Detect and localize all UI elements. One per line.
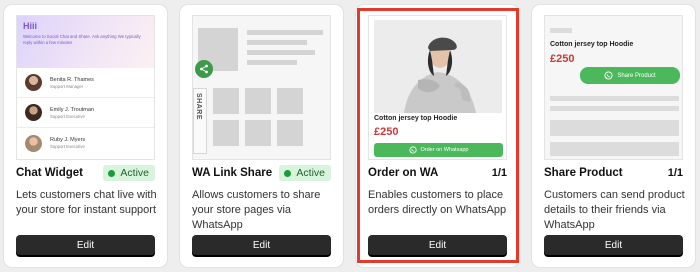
placeholder-line: [247, 50, 315, 55]
chat-widget-preview: Hiii Welcome to Social Chat and Share. A…: [16, 15, 155, 160]
share-side-tab: SHARE: [193, 88, 207, 154]
status-badge-label: Active: [120, 167, 149, 179]
share-icon: [195, 60, 213, 78]
chat-widget-card[interactable]: Hiii Welcome to Social Chat and Share. A…: [4, 5, 167, 267]
status-dot-icon: [108, 169, 116, 177]
placeholder-block: [245, 120, 271, 146]
card-title: Order on WA: [368, 167, 439, 179]
status-badge: Active: [279, 165, 331, 181]
wa-link-share-preview: SHARE: [192, 15, 331, 160]
card-description: Customers can send product details to th…: [544, 189, 685, 231]
agent-name: Emily J. Troutman: [50, 106, 95, 113]
page-indicator: 1/1: [491, 167, 507, 179]
wa-link-share-card[interactable]: SHARE WA Link Share Active Allows custom…: [180, 5, 343, 267]
agent-row: Emily J. Troutman Support Executive: [17, 98, 154, 128]
share-product-card[interactable]: Cotton jersey top Hoodie £250 Share Prod…: [532, 5, 695, 267]
placeholder-block: [213, 88, 239, 114]
agent-row: Benita R. Thames Support Manager: [17, 68, 154, 98]
status-badge: Active: [103, 165, 155, 181]
placeholder-block: [550, 142, 679, 156]
agent-name: Ruby J. Myers: [50, 137, 86, 143]
agent-role: Support Manager: [50, 83, 84, 89]
page-indicator: 1/1: [667, 167, 683, 179]
agent-role: Support Executive: [50, 113, 85, 119]
placeholder-line: [550, 106, 679, 111]
avatar: [25, 134, 42, 152]
edit-button[interactable]: Edit: [16, 235, 155, 255]
chat-greeting: Hiii: [23, 21, 38, 31]
placeholder-block: [277, 120, 303, 146]
order-on-whatsapp-button: Order on Whatsapp: [374, 143, 503, 157]
agent-row: Ruby J. Myers Support Executive: [17, 128, 154, 158]
order-button-label: Order on Whatsapp: [420, 147, 469, 153]
card-description: Enables customers to place orders direct…: [368, 189, 507, 216]
agent-name: Benita R. Thames: [50, 76, 94, 83]
card-title: Chat Widget: [16, 167, 83, 179]
order-on-wa-preview: Cotton jersey top Hoodie £250 Order on W…: [368, 15, 507, 160]
whatsapp-icon: [604, 71, 613, 80]
avatar: [25, 74, 42, 91]
whatsapp-icon: [408, 146, 417, 154]
placeholder-line: [247, 60, 297, 65]
card-description: Lets customers chat live with your store…: [16, 189, 157, 216]
order-on-wa-card[interactable]: Cotton jersey top Hoodie £250 Order on W…: [356, 5, 519, 267]
share-tab-label: SHARE: [195, 93, 202, 121]
status-badge-label: Active: [296, 167, 325, 179]
agent-role: Support Executive: [50, 144, 85, 149]
placeholder-line: [247, 40, 307, 45]
status-dot-icon: [284, 169, 292, 177]
product-price: £250: [550, 53, 575, 65]
share-product-preview: Cotton jersey top Hoodie £250 Share Prod…: [544, 15, 683, 160]
avatar: [25, 104, 42, 121]
product-image: [374, 20, 502, 113]
placeholder-line: [550, 96, 679, 101]
card-title: Share Product: [544, 167, 623, 179]
card-header: Chat Widget Active: [16, 165, 155, 181]
share-button-label: Share Product: [617, 72, 656, 79]
edit-button[interactable]: Edit: [192, 235, 331, 255]
edit-button[interactable]: Edit: [368, 235, 507, 255]
card-header: WA Link Share Active: [192, 165, 331, 181]
card-description: Allows customers to share your store pag…: [192, 189, 321, 231]
placeholder-block: [245, 88, 271, 114]
product-price: £250: [374, 126, 399, 138]
placeholder-line: [247, 30, 323, 35]
card-header: Order on WA 1/1: [368, 165, 507, 181]
edit-button[interactable]: Edit: [544, 235, 683, 255]
placeholder-block: [213, 120, 239, 146]
share-product-button: Share Product: [580, 67, 680, 84]
chat-header: Hiii Welcome to Social Chat and Share. A…: [17, 16, 154, 68]
placeholder-line: [550, 28, 572, 33]
card-title: WA Link Share: [192, 167, 273, 179]
product-name: Cotton jersey top Hoodie: [550, 41, 634, 48]
placeholder-block: [550, 120, 679, 136]
card-header: Share Product 1/1: [544, 165, 683, 181]
chat-welcome-message: Welcome to Social Chat and Share. Ask an…: [23, 34, 141, 45]
placeholder-block: [277, 88, 303, 114]
product-name: Cotton jersey top Hoodie: [374, 115, 458, 122]
